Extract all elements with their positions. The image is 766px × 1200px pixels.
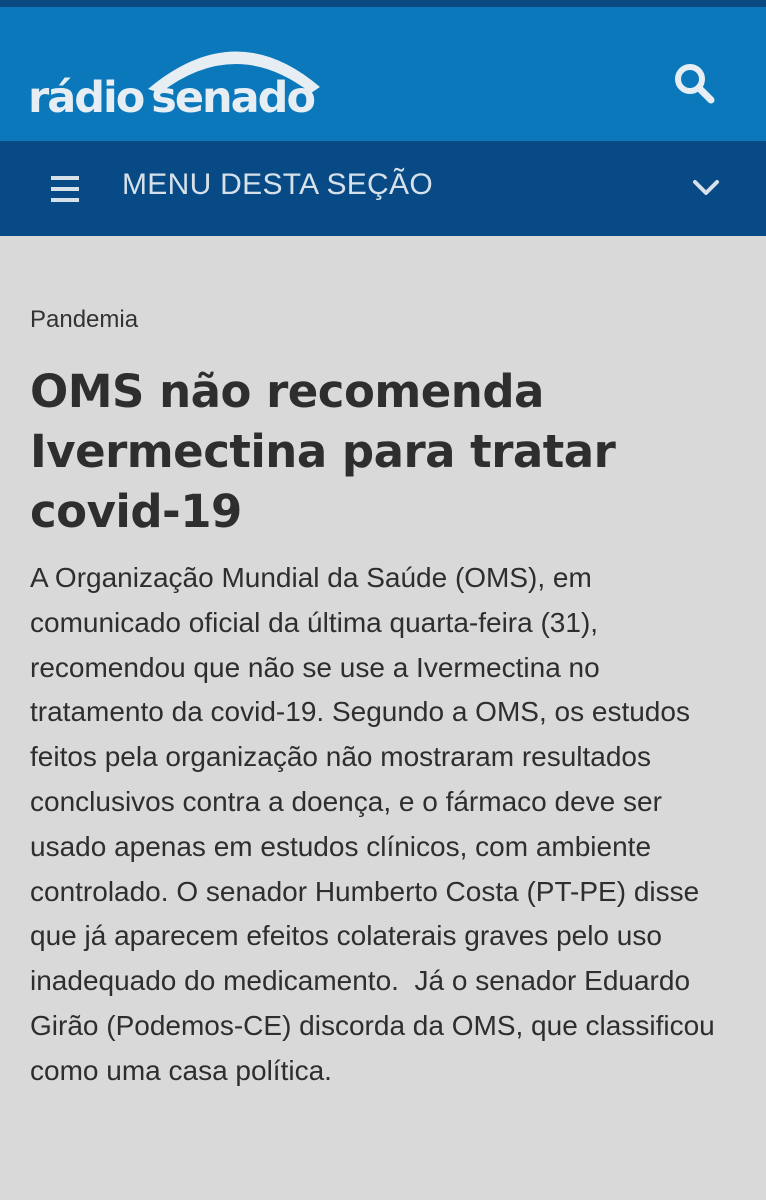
search-icon [675, 64, 715, 104]
site-logo[interactable]: rádio senado [28, 29, 328, 123]
section-menu-bar[interactable]: MENU DESTA SEÇÃO [0, 141, 766, 236]
search-button[interactable] [666, 57, 724, 115]
logo-word-radio: rádio [28, 73, 145, 123]
hamburger-menu-icon [51, 176, 79, 202]
article: Pandemia OMS não recomenda Ivermectina p… [30, 300, 730, 1094]
logo-wordmark: rádio senado [28, 73, 316, 123]
site-header: rádio senado [0, 7, 766, 141]
article-title: OMS não recomenda Ivermectina para trata… [30, 365, 616, 538]
article-body: A Organização Mundial da Saúde (OMS), em… [30, 562, 723, 1086]
top-accent-strip [0, 0, 766, 7]
chevron-down-icon [693, 180, 719, 195]
article-category[interactable]: Pandemia [30, 300, 730, 340]
section-menu-label: MENU DESTA SEÇÃO [122, 168, 433, 201]
logo-word-senado: senado [151, 73, 316, 123]
